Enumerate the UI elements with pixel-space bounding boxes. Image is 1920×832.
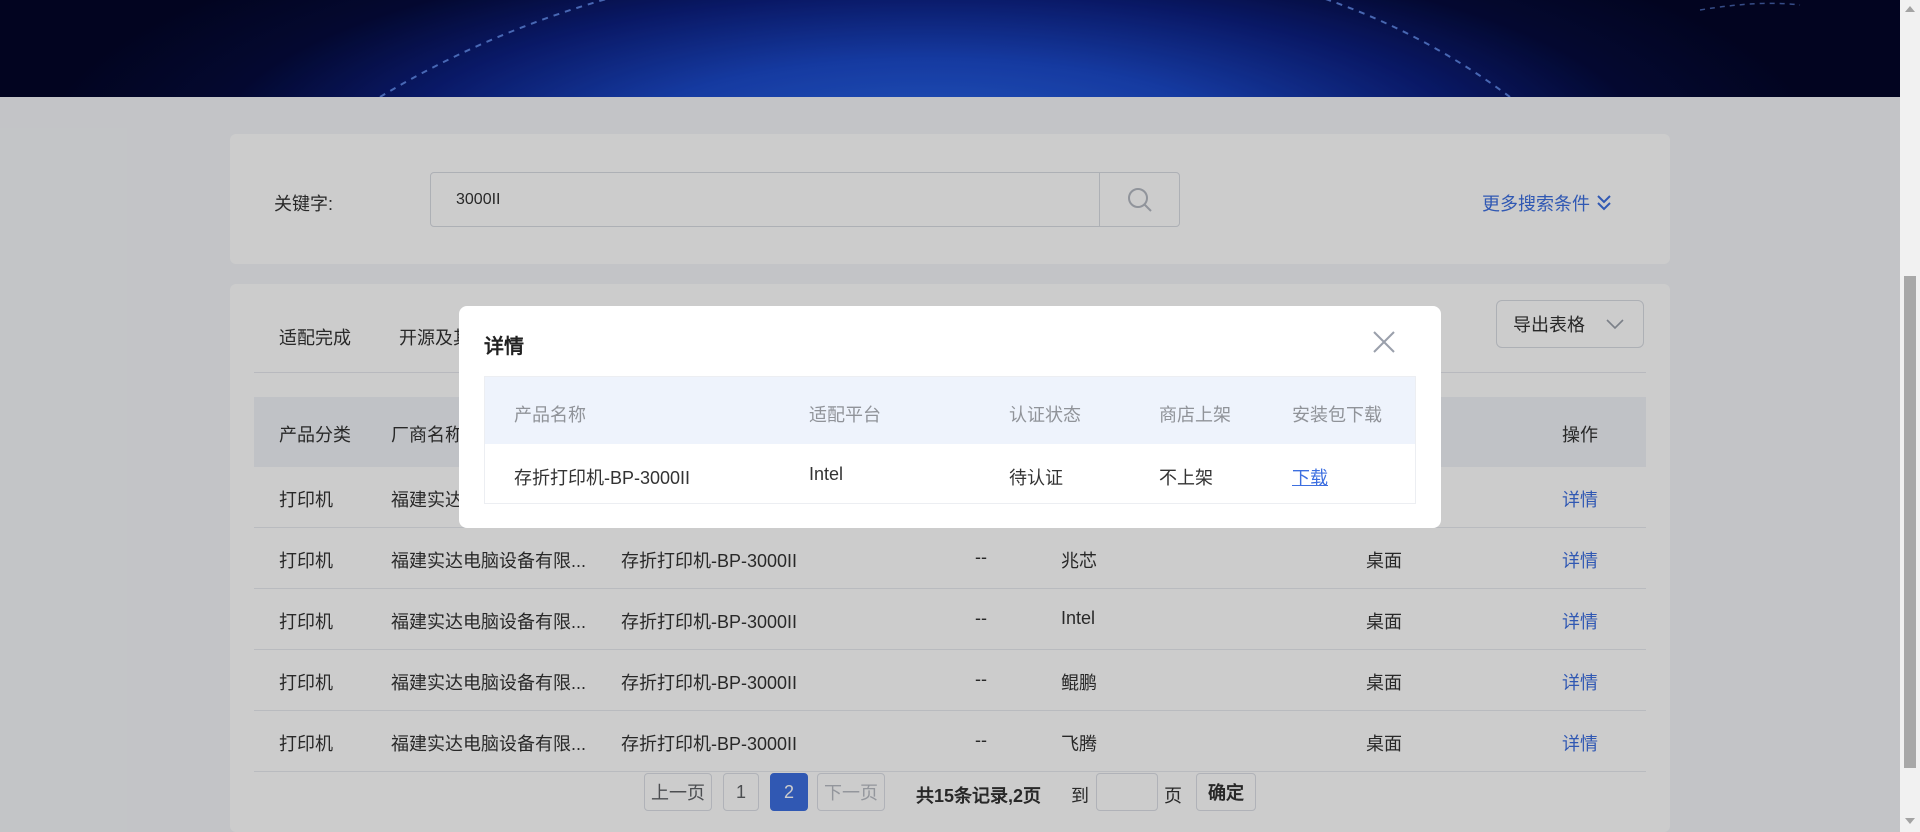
detail-dialog: 详情 产品名称 适配平台 认证状态 商店上架 安装包下载 存折打印机-BP-30… <box>459 306 1441 528</box>
detail-table: 产品名称 适配平台 认证状态 商店上架 安装包下载 存折打印机-BP-3000I… <box>484 376 1416 504</box>
detail-table-header: 产品名称 适配平台 认证状态 商店上架 安装包下载 <box>485 377 1415 444</box>
th-package-download: 安装包下载 <box>1292 405 1382 425</box>
detail-cert-status: 待认证 <box>1009 468 1063 488</box>
th-platform: 适配平台 <box>809 405 881 425</box>
scrollbar-thumb[interactable] <box>1904 276 1916 768</box>
page-scrollbar[interactable] <box>1900 0 1920 832</box>
dialog-title: 详情 <box>484 336 524 358</box>
scroll-up-arrow-icon[interactable] <box>1905 6 1915 12</box>
scroll-down-arrow-icon[interactable] <box>1905 818 1915 824</box>
detail-platform: Intel <box>809 464 844 484</box>
close-icon[interactable] <box>1370 328 1398 356</box>
download-link[interactable]: 下载 <box>1292 464 1328 490</box>
th-cert-status: 认证状态 <box>1009 405 1081 425</box>
detail-product-name: 存折打印机-BP-3000II <box>514 468 691 488</box>
detail-store-listing: 不上架 <box>1159 468 1213 488</box>
th-store-listing: 商店上架 <box>1159 405 1231 425</box>
th-product-name: 产品名称 <box>514 405 586 425</box>
